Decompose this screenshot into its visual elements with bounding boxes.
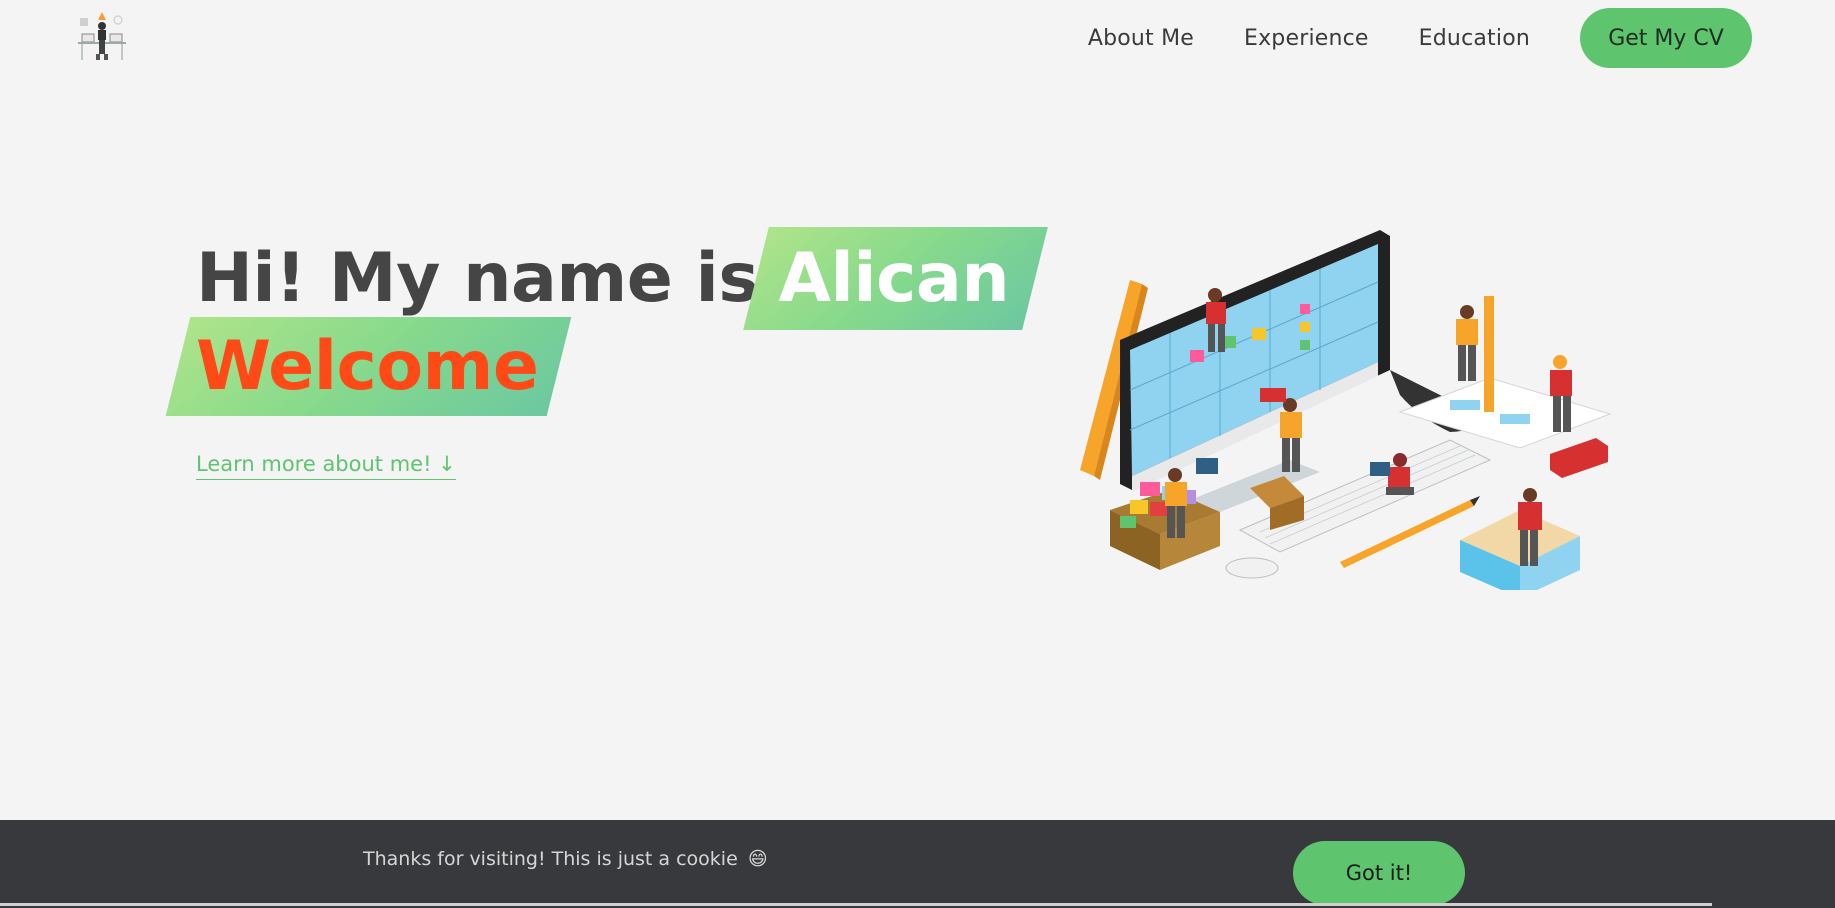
grinning-face-icon: 😄 <box>747 848 768 870</box>
hero-name: Alican <box>778 238 1010 318</box>
horizontal-scrollbar[interactable] <box>0 903 1712 906</box>
site-header: About Me Experience Education Get My CV <box>0 0 1835 80</box>
cookie-message-text: Thanks for visiting! This is just a cook… <box>363 848 738 870</box>
hero-welcome: Welcome <box>196 326 539 406</box>
nav-link-about-me[interactable]: About Me <box>1088 26 1194 51</box>
welcome-highlight: Welcome <box>190 327 559 406</box>
nav-link-education[interactable]: Education <box>1419 26 1530 51</box>
developer-at-desk-logo-icon[interactable] <box>74 10 132 68</box>
hero-intro-text: Hi! My name is <box>196 238 759 318</box>
learn-more-link[interactable]: Learn more about me! ↓ <box>196 452 456 480</box>
main-nav: About Me Experience Education Get My CV <box>1088 8 1752 68</box>
nav-link-experience[interactable]: Experience <box>1244 26 1369 51</box>
hero-heading-line2: Welcome <box>190 316 559 416</box>
isometric-team-illustration-icon <box>1080 230 1612 590</box>
cookie-accept-button[interactable]: Got it! <box>1293 841 1465 905</box>
cookie-consent-bar: Thanks for visiting! This is just a cook… <box>0 820 1835 908</box>
name-highlight: Alican <box>772 239 1035 318</box>
hero-section: Hi! My name is Alican Welcome Learn more… <box>0 80 1835 820</box>
hero-heading-line1: Hi! My name is Alican <box>196 228 1035 328</box>
cookie-message: Thanks for visiting! This is just a cook… <box>363 848 768 870</box>
get-cv-button[interactable]: Get My CV <box>1580 8 1752 68</box>
